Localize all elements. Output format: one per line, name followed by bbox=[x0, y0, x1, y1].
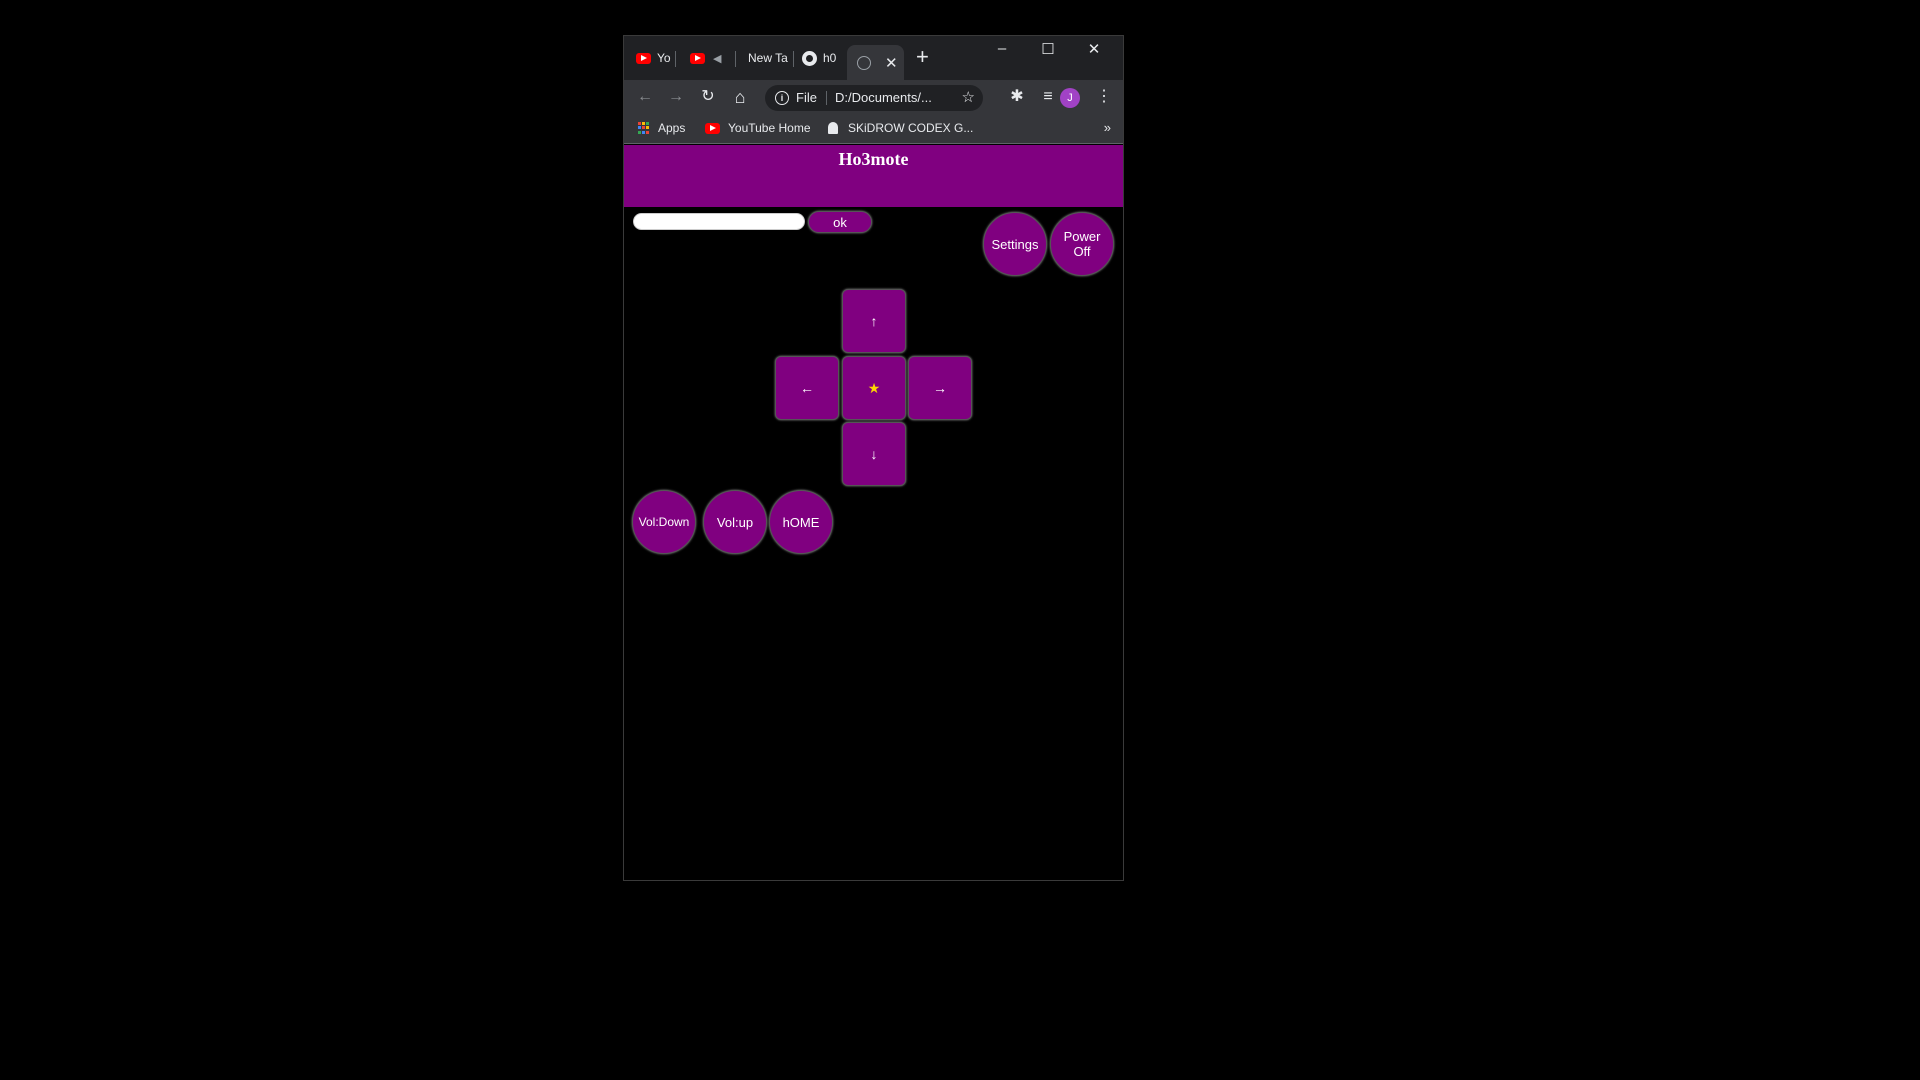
toolbar: ← → ↻ ⌂ i File D:/Documents/... ☆ ✱ ≡ J … bbox=[624, 80, 1123, 115]
browser-window: Yo ◀︎ New Ta h0 ✕ + – ☐ ✕ ← → ↻ ⌂ i File… bbox=[623, 35, 1124, 881]
back-button[interactable]: ← bbox=[632, 84, 658, 110]
bookmarks-overflow-button[interactable]: » bbox=[1104, 120, 1111, 135]
maximize-button[interactable]: ☐ bbox=[1025, 40, 1071, 58]
close-tab-icon[interactable]: ✕ bbox=[885, 54, 898, 72]
dpad-down-button[interactable]: ↓ bbox=[842, 422, 906, 486]
bookmark-label: Apps bbox=[658, 121, 686, 135]
bookmark-label: YouTube Home bbox=[728, 121, 811, 135]
youtube-icon bbox=[636, 52, 651, 64]
info-icon[interactable]: i bbox=[775, 91, 789, 105]
dpad-right-button[interactable]: → bbox=[908, 356, 972, 420]
tab-label: h0 bbox=[823, 51, 837, 65]
ghost-icon bbox=[828, 122, 838, 134]
power-off-button[interactable]: Power Off bbox=[1050, 212, 1114, 276]
page-title: Ho3mote bbox=[838, 149, 909, 169]
settings-button[interactable]: Settings bbox=[983, 212, 1047, 276]
youtube-icon bbox=[705, 122, 720, 134]
tab-new-tab[interactable]: New Ta bbox=[748, 45, 794, 71]
app-header: Ho3mote bbox=[624, 145, 1123, 207]
remote-page: Ho3mote ok Settings Power Off ↑ ← ★ → ↓ … bbox=[624, 145, 1123, 880]
tab-label: New Ta bbox=[748, 51, 788, 65]
youtube-icon bbox=[690, 52, 705, 64]
extensions-icon[interactable]: ✱ bbox=[1004, 84, 1030, 110]
power-label-line2: Off bbox=[1073, 244, 1091, 259]
menu-icon[interactable]: ⋮ bbox=[1091, 84, 1117, 110]
bookmarks-bar: Apps YouTube Home SKiDROW CODEX G... » bbox=[624, 115, 1123, 144]
home-button[interactable]: ⌂ bbox=[727, 84, 753, 110]
apps-icon bbox=[638, 122, 650, 134]
address-bar[interactable]: i File D:/Documents/... ☆ bbox=[765, 85, 983, 111]
dpad-left-button[interactable]: ← bbox=[775, 356, 839, 420]
new-tab-button[interactable]: + bbox=[916, 46, 929, 68]
github-icon bbox=[802, 50, 817, 66]
tab-strip: Yo ◀︎ New Ta h0 ✕ + – ☐ ✕ bbox=[624, 36, 1123, 80]
tab-github[interactable]: h0 bbox=[802, 45, 842, 71]
vol-up-button[interactable]: Vol:up bbox=[703, 490, 767, 554]
omnibox-scheme: File bbox=[796, 90, 817, 105]
speaker-icon[interactable]: ◀︎ bbox=[713, 52, 721, 65]
tab-label: Yo bbox=[657, 51, 671, 65]
tab-youtube-1[interactable]: Yo bbox=[636, 45, 676, 71]
tab-active[interactable]: ✕ bbox=[847, 45, 904, 80]
avatar[interactable]: J bbox=[1060, 88, 1080, 108]
bookmark-apps[interactable]: Apps bbox=[638, 121, 685, 135]
media-control-icon[interactable]: ≡ bbox=[1035, 84, 1061, 110]
vol-down-button[interactable]: Vol:Down bbox=[632, 490, 696, 554]
command-input[interactable] bbox=[633, 213, 805, 230]
globe-icon bbox=[857, 55, 871, 70]
bookmark-star-icon[interactable]: ☆ bbox=[962, 88, 975, 106]
tab-youtube-2[interactable]: ◀︎ bbox=[690, 45, 736, 71]
bookmark-label: SKiDROW CODEX G... bbox=[848, 121, 974, 135]
home-app-button[interactable]: hOME bbox=[769, 490, 833, 554]
minimize-button[interactable]: – bbox=[979, 40, 1025, 57]
close-window-button[interactable]: ✕ bbox=[1071, 40, 1117, 58]
dpad-center-button[interactable]: ★ bbox=[842, 356, 906, 420]
forward-button[interactable]: → bbox=[663, 84, 689, 110]
bookmark-skidrow[interactable]: SKiDROW CODEX G... bbox=[828, 121, 973, 135]
ok-button[interactable]: ok bbox=[808, 211, 872, 233]
reload-button[interactable]: ↻ bbox=[695, 84, 721, 110]
bookmark-youtube-home[interactable]: YouTube Home bbox=[705, 121, 811, 135]
dpad-up-button[interactable]: ↑ bbox=[842, 289, 906, 353]
power-label-line1: Power bbox=[1063, 229, 1101, 244]
omnibox-url[interactable]: D:/Documents/... bbox=[835, 90, 932, 105]
